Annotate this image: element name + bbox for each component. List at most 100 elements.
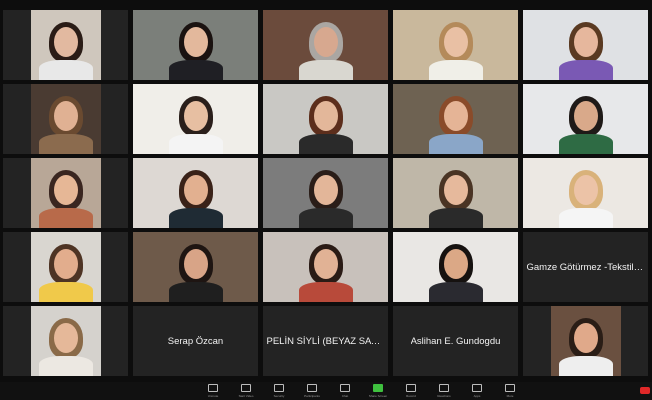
participant-face [183,101,208,131]
toolbar-button-label: Security [273,394,285,398]
toolbar-button[interactable]: Record [396,384,426,398]
participant-tile[interactable] [263,158,388,228]
participant-tile[interactable]: PELİN SİYLİ (BEYAZ SAYF... [263,306,388,376]
participant-shoulders [168,134,223,154]
participant-name: PELİN SİYLİ (BEYAZ SAYF... [266,335,385,347]
participant-shoulders [298,208,353,228]
participant-shoulders [558,60,613,80]
participant-face [183,175,208,205]
participant-face [53,101,78,131]
participant-shoulders [168,282,223,302]
participant-video [30,84,101,154]
participant-face [443,101,468,131]
participant-shoulders [38,282,93,302]
participant-tile[interactable] [393,10,518,80]
toolbar-button-label: Record [406,394,416,398]
participant-face [573,175,598,205]
participant-tile[interactable] [133,158,258,228]
toolbar-button-label: Participants [304,394,320,398]
participant-tile[interactable]: Aslihan E. Gundogdu [393,306,518,376]
participant-tile[interactable] [3,158,128,228]
participant-tile[interactable] [523,158,648,228]
participant-tile[interactable] [3,306,128,376]
participant-face [443,249,468,279]
participant-face [53,27,78,57]
shield-icon [274,384,284,392]
participant-tile[interactable] [393,158,518,228]
participant-video [523,158,648,228]
participant-tile[interactable] [133,84,258,154]
participant-face [573,323,598,353]
end-meeting-button[interactable] [640,387,650,394]
toolbar-button[interactable]: Start Video [231,384,261,398]
chat-icon [340,384,350,392]
toolbar-button[interactable]: More [495,384,525,398]
participant-tile[interactable] [523,306,648,376]
participant-tile[interactable] [3,232,128,302]
participant-video [393,84,518,154]
toolbar-button-label: Unmute [207,394,219,398]
participant-name: Aslihan E. Gundogdu [410,335,501,347]
toolbar-button[interactable]: Chat [330,384,360,398]
participant-tile[interactable] [393,84,518,154]
toolbar-button[interactable]: Participants [297,384,327,398]
participant-shoulders [168,60,223,80]
participant-shoulders [428,60,483,80]
participant-video [393,158,518,228]
participant-video [393,232,518,302]
toolbar-button-label: Apps [473,394,481,398]
participant-tile[interactable] [3,10,128,80]
participant-shoulders [558,134,613,154]
participant-face [573,27,598,57]
participant-face [443,175,468,205]
participant-tile[interactable] [263,10,388,80]
participant-face [53,249,78,279]
share-screen-icon [373,384,383,392]
participant-video [523,10,648,80]
participant-shoulders [558,356,613,376]
participant-face [53,175,78,205]
toolbar-button[interactable]: Share Screen [363,384,393,398]
video-camera-icon [241,384,251,392]
participant-shoulders [298,60,353,80]
participant-face [313,175,338,205]
participant-shoulders [298,134,353,154]
participant-tile[interactable] [263,232,388,302]
participant-shoulders [298,282,353,302]
participant-face [573,101,598,131]
participant-name: Gamze Götürmez -Tekstil v... [526,261,645,273]
participant-tile[interactable] [523,84,648,154]
toolbar-button-label: Start Video [238,394,254,398]
participant-video [263,158,388,228]
participant-face [183,27,208,57]
participant-face [183,249,208,279]
participant-video [523,84,648,154]
participant-name: Serap Özcan [167,335,224,347]
participant-tile[interactable] [393,232,518,302]
participant-video [133,158,258,228]
participant-tile[interactable] [263,84,388,154]
participant-video [263,10,388,80]
reactions-icon [439,384,449,392]
more-icon [505,384,515,392]
participant-tile[interactable]: Gamze Götürmez -Tekstil v... [523,232,648,302]
toolbar-button-label: Reactions [437,394,451,398]
microphone-icon [208,384,218,392]
participant-tile[interactable]: Serap Özcan [133,306,258,376]
participant-tile[interactable] [3,84,128,154]
participant-tile[interactable] [133,232,258,302]
toolbar-button[interactable]: Unmute [198,384,228,398]
participant-video [30,158,101,228]
participant-video [263,84,388,154]
participant-shoulders [38,60,93,80]
participant-video [550,306,621,376]
participant-video [133,232,258,302]
participant-tile[interactable] [523,10,648,80]
toolbar-button[interactable]: Reactions [429,384,459,398]
participant-shoulders [558,208,613,228]
participant-face [53,323,78,353]
participant-tile[interactable] [133,10,258,80]
toolbar-button[interactable]: Apps [462,384,492,398]
toolbar-button[interactable]: Security [264,384,294,398]
participant-video [393,10,518,80]
